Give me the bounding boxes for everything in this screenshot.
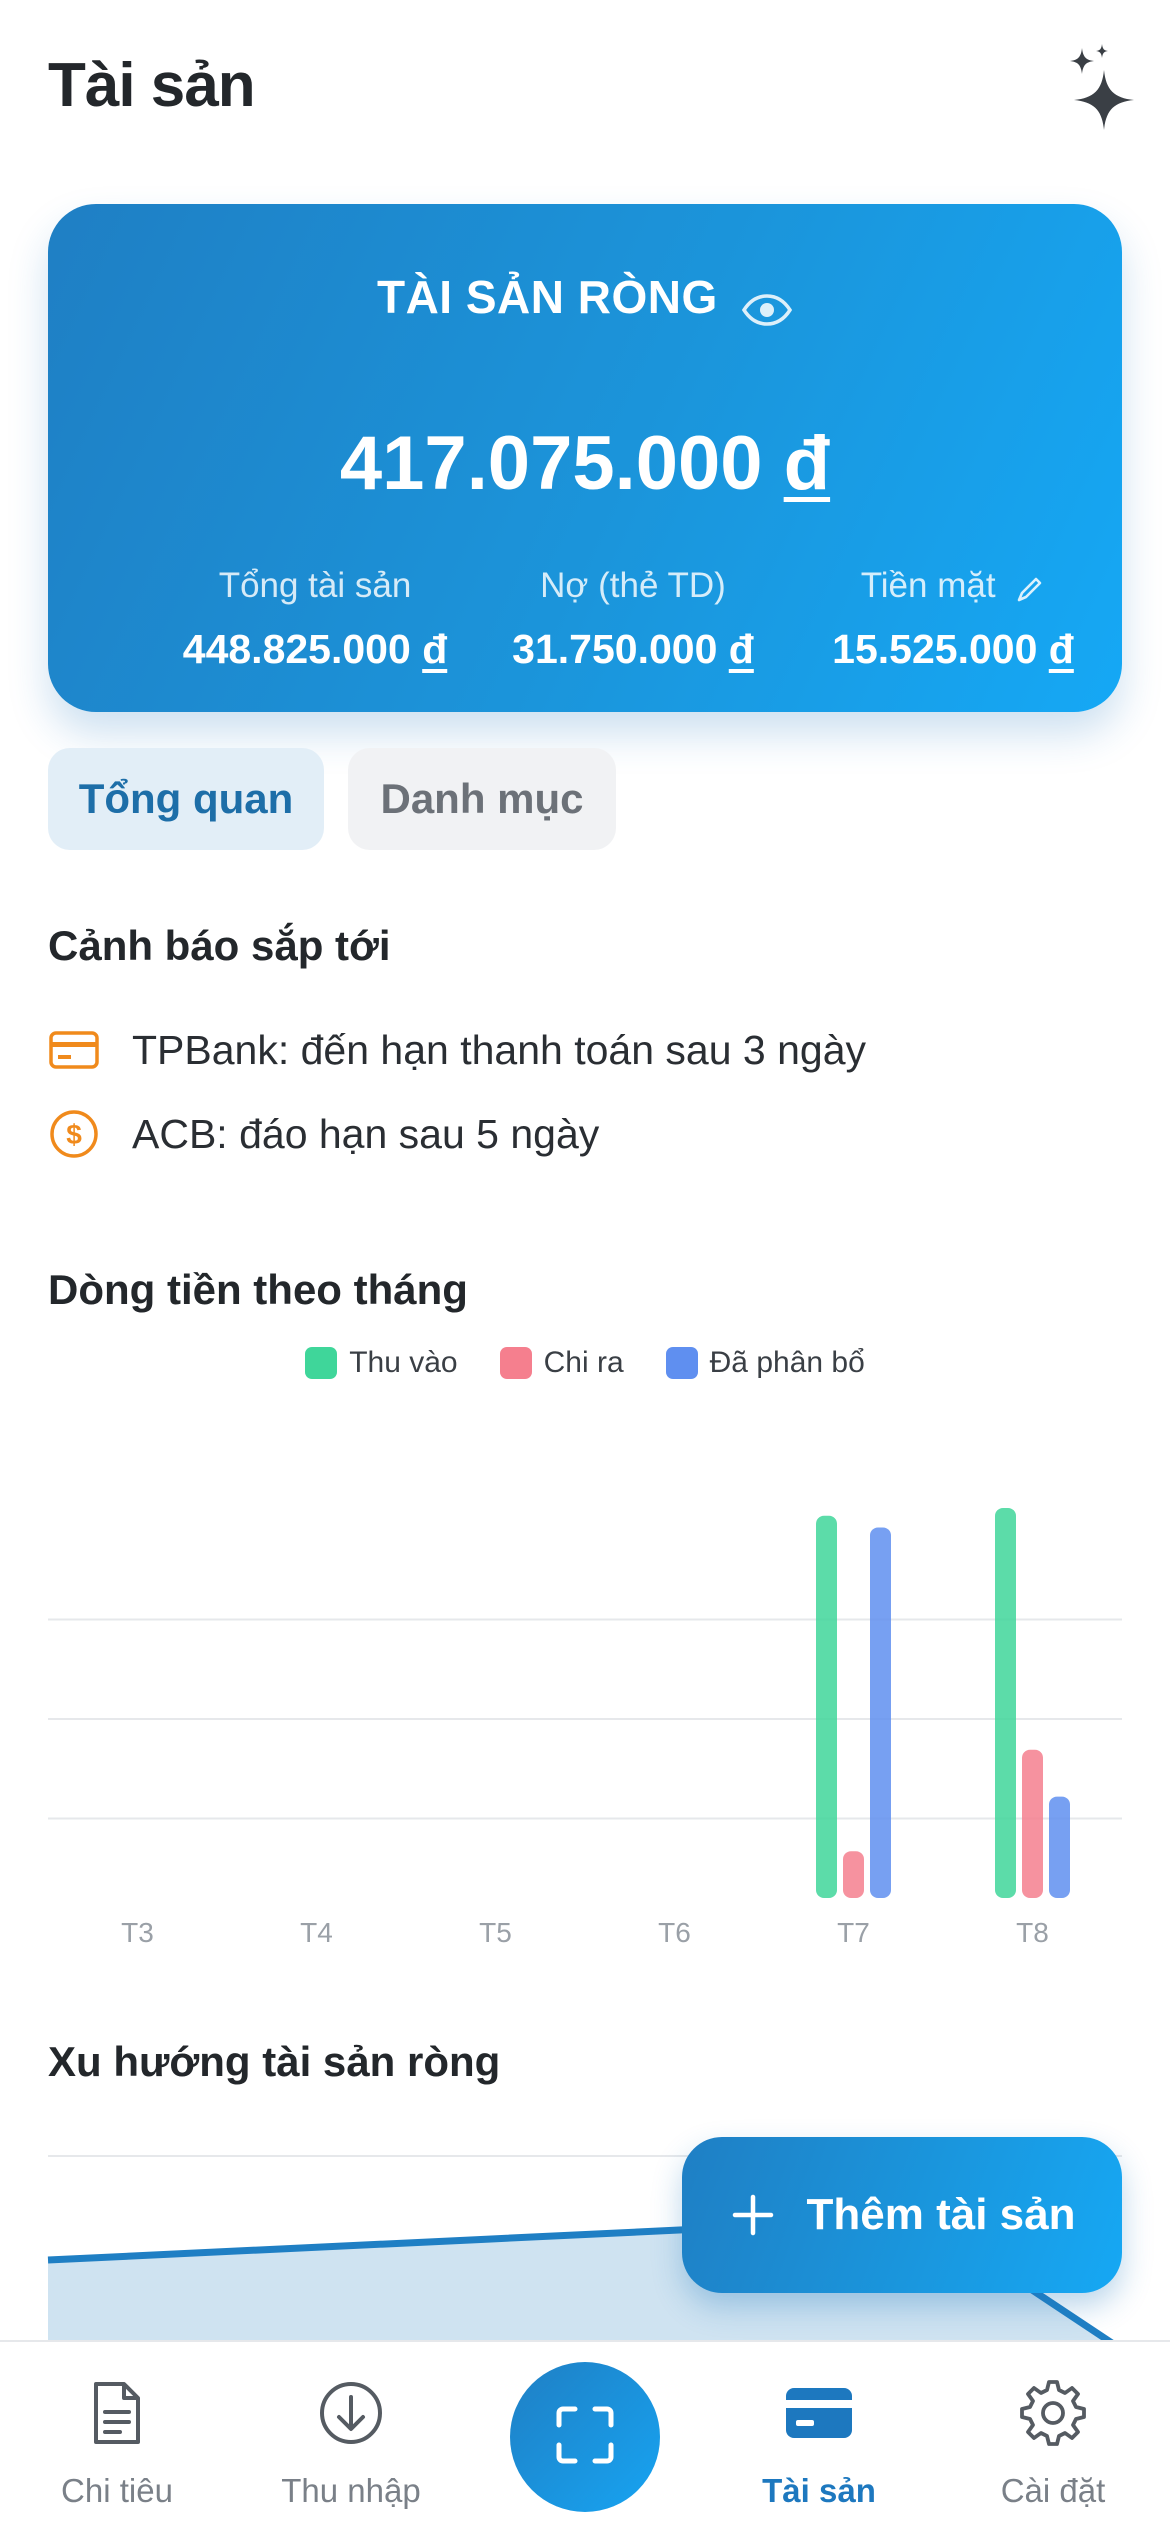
pencil-icon[interactable]: [1015, 573, 1045, 603]
alert-item[interactable]: TPBank: đến hạn thanh toán sau 3 ngày: [48, 1024, 866, 1076]
nav-item-expense[interactable]: Chi tiêu: [0, 2342, 234, 2535]
cashflow-title: Dòng tiền theo tháng: [48, 1266, 468, 1313]
legend-item: Đã phân bổ: [665, 1346, 865, 1380]
nav-label: Cài đặt: [1000, 2472, 1106, 2509]
bar-T8-2: [1049, 1796, 1070, 1898]
net-worth-label: TÀI SẢN RÒNG: [376, 271, 718, 323]
stat-total-assets: Tổng tài sản 448.825.000 đ: [130, 566, 500, 673]
net-worth-amount: 417.075.000 đ: [48, 420, 1122, 507]
tab-category[interactable]: Danh mục: [348, 748, 616, 850]
eye-icon[interactable]: [741, 284, 793, 326]
credit-card-icon: [48, 1024, 100, 1076]
trend-title: Xu hướng tài sản ròng: [48, 2038, 501, 2085]
legend-swatch: [499, 1347, 532, 1379]
stat-value: 15.525.000 đ: [832, 626, 1074, 672]
cashflow-bar-chart: T3 T4 T5 T6 T7 T8: [48, 1507, 1122, 1948]
legend-swatch: [305, 1347, 338, 1379]
chart-legend: Thu vào Chi ra Đã phân bổ: [0, 1346, 1170, 1380]
stat-label: Nợ (thẻ TD): [540, 566, 726, 605]
stat-value: 31.750.000 đ: [512, 626, 754, 672]
stat-cash[interactable]: Tiền mặt 15.525.000 đ: [768, 566, 1138, 673]
net-worth-label-row: TÀI SẢN RÒNG: [48, 270, 1122, 326]
net-worth-card: TÀI SẢN RÒNG 417.075.000 đ Tổng tài sản …: [48, 204, 1122, 712]
nav-label: Thu nhập: [281, 2472, 421, 2509]
svg-text:$: $: [66, 1119, 82, 1150]
alert-text: ACB: đáo hạn sau 5 ngày: [132, 1110, 600, 1157]
net-worth-value: 417.075.000: [339, 421, 763, 506]
alert-item[interactable]: $ ACB: đáo hạn sau 5 ngày: [48, 1108, 599, 1160]
x-tick-label: T4: [300, 1917, 333, 1948]
scan-icon: [555, 2405, 615, 2470]
app-header: Tài sản: [0, 0, 1170, 180]
bar-T8-1: [1022, 1749, 1043, 1898]
nav-label: Tài sản: [762, 2472, 876, 2509]
x-tick-label: T5: [479, 1917, 512, 1948]
page-title: Tài sản: [48, 51, 256, 120]
nav-item-income[interactable]: Thu nhập: [234, 2342, 468, 2535]
receipt-icon: [82, 2378, 152, 2448]
bar-T7-1: [843, 1851, 864, 1898]
net-worth-currency: đ: [783, 421, 831, 506]
alerts-title: Cảnh báo sắp tới: [48, 922, 391, 969]
x-tick-label: T7: [837, 1917, 870, 1948]
stat-debt: Nợ (thẻ TD) 31.750.000 đ: [448, 566, 818, 673]
stat-value: 448.825.000 đ: [182, 626, 448, 672]
stat-label: Tổng tài sản: [218, 566, 412, 605]
download-circle-icon: [316, 2378, 386, 2448]
legend-item: Thu vào: [305, 1346, 458, 1380]
tab-overview[interactable]: Tổng quan: [48, 748, 324, 850]
nav-label: Chi tiêu: [61, 2472, 173, 2509]
scan-button[interactable]: [510, 2362, 660, 2512]
nav-item-assets[interactable]: Tài sản: [702, 2342, 936, 2535]
add-asset-button[interactable]: Thêm tài sản: [682, 2137, 1122, 2293]
dollar-coin-icon: $: [48, 1108, 100, 1160]
plus-icon: [729, 2191, 777, 2239]
gear-icon: [1018, 2378, 1088, 2448]
bar-T8-0: [995, 1507, 1016, 1898]
bar-T7-2: [870, 1527, 891, 1898]
x-tick-label: T8: [1016, 1917, 1049, 1948]
x-tick-label: T6: [658, 1917, 691, 1948]
alert-text: TPBank: đến hạn thanh toán sau 3 ngày: [132, 1026, 866, 1073]
wallet-card-icon: [784, 2378, 854, 2448]
add-asset-label: Thêm tài sản: [806, 2190, 1076, 2239]
stat-label: Tiền mặt: [768, 566, 1138, 606]
legend-swatch: [665, 1347, 698, 1379]
bar-T7-0: [816, 1515, 837, 1898]
sparkle-icon[interactable]: [1062, 40, 1142, 132]
x-tick-label: T3: [121, 1917, 154, 1948]
nav-item-settings[interactable]: Cài đặt: [936, 2342, 1170, 2535]
legend-item: Chi ra: [499, 1346, 624, 1380]
